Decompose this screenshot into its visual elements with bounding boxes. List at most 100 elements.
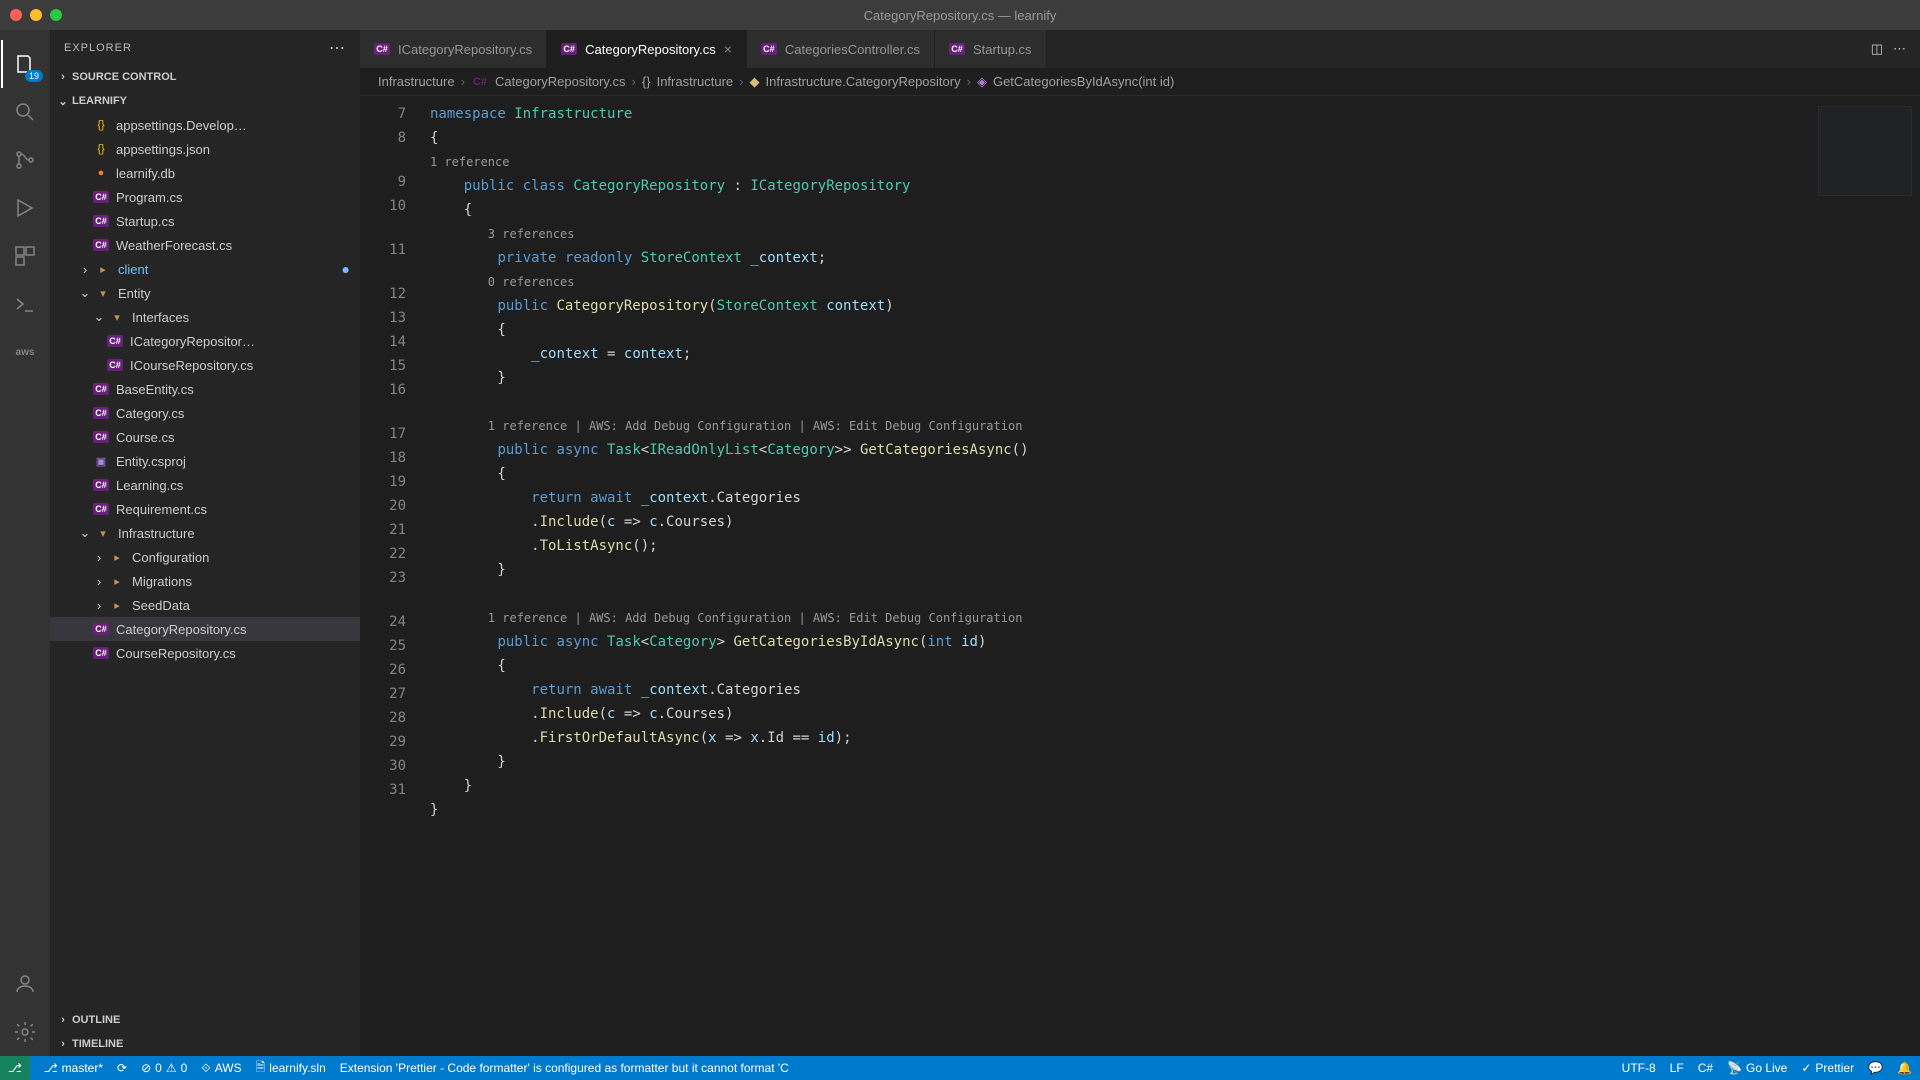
explorer-title: EXPLORER (64, 42, 132, 54)
file-requirement[interactable]: C#Requirement.cs (50, 497, 360, 521)
codelens[interactable]: 3 references (488, 227, 575, 241)
file-appsettings-dev[interactable]: {}appsettings.Develop… (50, 113, 360, 137)
editor-body[interactable]: 78 910 11 1213141516 17181920212223 2425… (360, 96, 1920, 1056)
file-startup[interactable]: C#Startup.cs (50, 209, 360, 233)
file-category[interactable]: C#Category.cs (50, 401, 360, 425)
sidebar-more-icon[interactable]: ⋯ (329, 38, 346, 58)
folder-configuration[interactable]: ›▸Configuration (50, 545, 360, 569)
breadcrumb[interactable]: Infrastructure› C#CategoryRepository.cs›… (360, 68, 1920, 96)
outline-section[interactable]: › OUTLINE (50, 1008, 360, 1032)
window-title: CategoryRepository.cs — learnify (864, 8, 1057, 23)
csharp-icon: C# (374, 43, 390, 55)
terminal-icon[interactable] (1, 280, 49, 328)
project-section[interactable]: ⌄ LEARNIFY (50, 89, 360, 113)
csharp-icon: C# (561, 43, 577, 55)
file-weather[interactable]: C#WeatherForecast.cs (50, 233, 360, 257)
tab-categoriescontroller[interactable]: C#CategoriesController.cs (747, 30, 935, 68)
file-appsettings[interactable]: {}appsettings.json (50, 137, 360, 161)
chevron-down-icon: ⌄ (78, 525, 92, 541)
file-courserepository[interactable]: C#CourseRepository.cs (50, 641, 360, 665)
csharp-icon: C# (761, 43, 777, 55)
timeline-section[interactable]: › TIMELINE (50, 1032, 360, 1056)
folder-interfaces[interactable]: ⌄▾Interfaces (50, 305, 360, 329)
tab-startup[interactable]: C#Startup.cs (935, 30, 1047, 68)
chevron-down-icon: ⌄ (78, 285, 92, 301)
breadcrumb-item[interactable]: Infrastructure.CategoryRepository (766, 74, 961, 89)
file-categoryrepository[interactable]: C#CategoryRepository.cs (50, 617, 360, 641)
folder-entity[interactable]: ⌄▾Entity (50, 281, 360, 305)
main-area: 19 aws (0, 30, 1920, 1056)
file-icourse[interactable]: C#ICourseRepository.cs (50, 353, 360, 377)
folder-migrations[interactable]: ›▸Migrations (50, 569, 360, 593)
csharp-icon: C# (93, 479, 109, 491)
sync-icon[interactable]: ⟳ (117, 1061, 127, 1075)
close-window[interactable] (10, 9, 22, 21)
tab-categoryrepository[interactable]: C#CategoryRepository.cs× (547, 30, 747, 68)
codelens[interactable]: 1 reference | AWS: Add Debug Configurati… (488, 611, 1023, 625)
file-entitycsproj[interactable]: ▣Entity.csproj (50, 449, 360, 473)
tab-icategoryrepository[interactable]: C#ICategoryRepository.cs (360, 30, 547, 68)
breadcrumb-item[interactable]: Infrastructure (378, 74, 455, 89)
titlebar: CategoryRepository.cs — learnify (0, 0, 1920, 30)
prettier-status[interactable]: ✓ Prettier (1801, 1061, 1854, 1075)
line-gutter: 78 910 11 1213141516 17181920212223 2425… (360, 96, 420, 1056)
minimize-window[interactable] (30, 9, 42, 21)
explorer-icon[interactable]: 19 (1, 40, 49, 88)
file-icategory[interactable]: C#ICategoryRepositor… (50, 329, 360, 353)
minimap[interactable] (1810, 96, 1920, 1056)
breadcrumb-item[interactable]: Infrastructure (657, 74, 734, 89)
chevron-right-icon: › (92, 550, 106, 565)
statusbar: ⎇ ⎇ master* ⟳ ⊘ 0 ⚠ 0 ⟐ AWS 🗎 learnify.s… (0, 1056, 1920, 1080)
language-mode[interactable]: C# (1698, 1061, 1713, 1075)
folder-client[interactable]: ›▸client● (50, 257, 360, 281)
chevron-right-icon: › (56, 1014, 70, 1026)
folder-infrastructure[interactable]: ⌄▾Infrastructure (50, 521, 360, 545)
chevron-right-icon: › (78, 262, 92, 277)
aws-icon[interactable]: aws (1, 328, 49, 376)
settings-gear-icon[interactable] (1, 1008, 49, 1056)
codelens[interactable]: 0 references (488, 275, 575, 289)
search-icon[interactable] (1, 88, 49, 136)
git-branch[interactable]: ⎇ master* (44, 1061, 103, 1075)
status-message[interactable]: Extension 'Prettier - Code formatter' is… (340, 1061, 789, 1075)
more-actions-icon[interactable]: ⋯ (1893, 41, 1906, 57)
breadcrumb-item[interactable]: GetCategoriesByIdAsync(int id) (993, 74, 1174, 89)
file-learning[interactable]: C#Learning.cs (50, 473, 360, 497)
codelens[interactable]: 1 reference (430, 155, 509, 169)
csharp-icon: C# (107, 335, 123, 347)
json-icon: {} (92, 143, 110, 155)
go-live[interactable]: 📡 Go Live (1727, 1061, 1787, 1075)
close-tab-icon[interactable]: × (724, 41, 732, 57)
remote-indicator[interactable]: ⎇ (0, 1056, 30, 1080)
errors-count[interactable]: ⊘ 0 ⚠ 0 (141, 1061, 187, 1075)
feedback-icon[interactable]: 💬 (1868, 1061, 1883, 1075)
file-learnifydb[interactable]: ●learnify.db (50, 161, 360, 185)
encoding[interactable]: UTF-8 (1622, 1061, 1656, 1075)
source-control-section[interactable]: › SOURCE CONTROL (50, 65, 360, 89)
csharp-icon: C# (471, 75, 489, 89)
codelens[interactable]: 1 reference | AWS: Add Debug Configurati… (488, 419, 1023, 433)
namespace-icon: {} (642, 74, 651, 89)
editor-area: C#ICategoryRepository.cs C#CategoryRepos… (360, 30, 1920, 1056)
solution-file[interactable]: 🗎 learnify.sln (256, 1058, 326, 1079)
file-program[interactable]: C#Program.cs (50, 185, 360, 209)
eol[interactable]: LF (1670, 1061, 1684, 1075)
file-course[interactable]: C#Course.cs (50, 425, 360, 449)
source-control-icon[interactable] (1, 136, 49, 184)
folder-icon: ▸ (108, 575, 126, 588)
json-icon: {} (92, 119, 110, 131)
folder-icon: ▾ (94, 287, 112, 300)
aws-status[interactable]: ⟐ AWS (201, 1061, 241, 1076)
csharp-icon: C# (93, 647, 109, 659)
accounts-icon[interactable] (1, 960, 49, 1008)
maximize-window[interactable] (50, 9, 62, 21)
notifications-icon[interactable]: 🔔 (1897, 1061, 1912, 1075)
run-debug-icon[interactable] (1, 184, 49, 232)
split-editor-icon[interactable]: ◫ (1871, 41, 1883, 57)
breadcrumb-item[interactable]: CategoryRepository.cs (495, 74, 626, 89)
file-baseentity[interactable]: C#BaseEntity.cs (50, 377, 360, 401)
sidebar: EXPLORER ⋯ › SOURCE CONTROL ⌄ LEARNIFY {… (50, 30, 360, 1056)
code-content[interactable]: namespace Infrastructure { 1 reference p… (420, 96, 1810, 1056)
folder-seeddata[interactable]: ›▸SeedData (50, 593, 360, 617)
extensions-icon[interactable] (1, 232, 49, 280)
